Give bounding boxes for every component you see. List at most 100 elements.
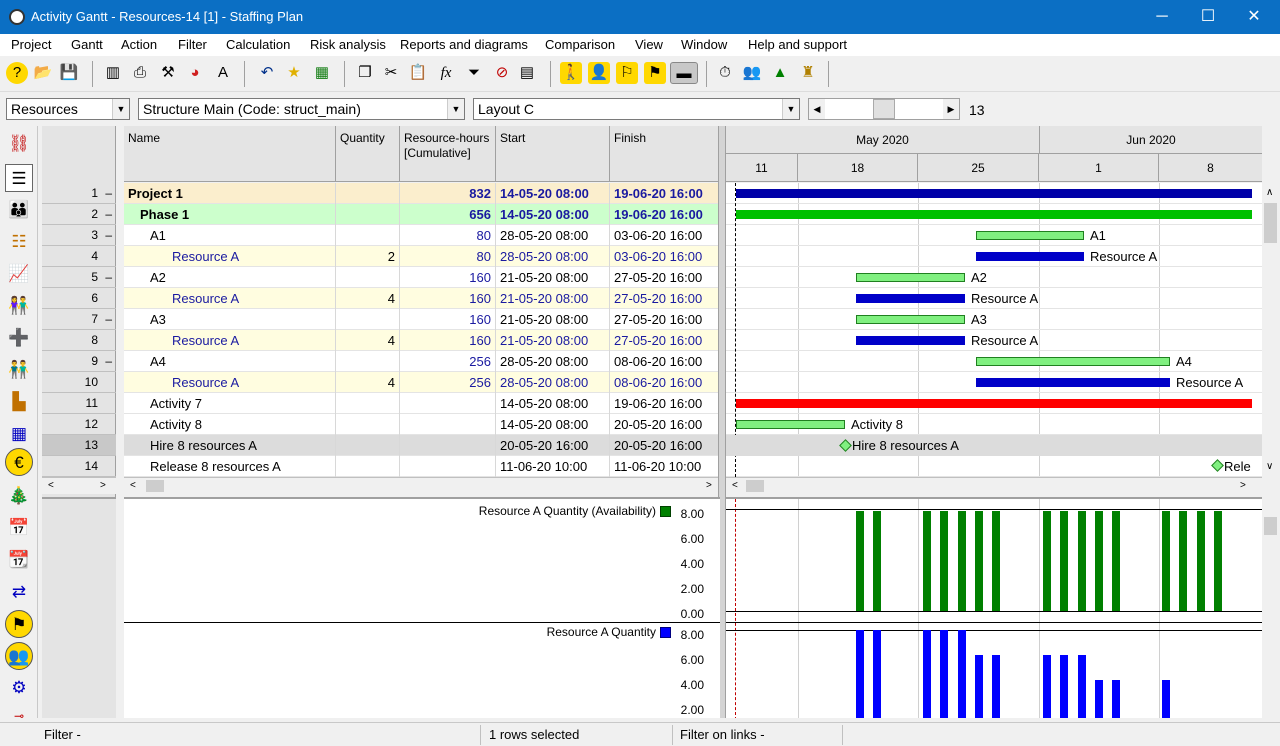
table-row[interactable]: Release 8 resources A 11-06-20 10:00 11-06…: [124, 456, 720, 477]
team-icon[interactable]: 👥: [741, 62, 763, 84]
pie-chart-icon[interactable]: ◕: [184, 62, 206, 84]
row-number[interactable]: 12: [42, 414, 116, 435]
filter-icon[interactable]: ⏷: [463, 62, 485, 84]
print-icon[interactable]: ⎙: [129, 62, 151, 84]
milestone-release-icon[interactable]: [1211, 459, 1224, 472]
layout-select[interactable]: Layout C ▼: [473, 98, 800, 120]
flag-circle-icon[interactable]: ⚑: [5, 610, 33, 638]
team-structure-icon[interactable]: 👪: [5, 196, 33, 224]
collapse-toggle-icon[interactable]: –: [105, 312, 112, 326]
table-row[interactable]: Resource A 2 80 28-05-20 08:00 03-06-20 16:0…: [124, 246, 720, 267]
resource-level-icon[interactable]: ▲: [769, 62, 791, 84]
column-header-finish[interactable]: Finish: [610, 126, 720, 182]
scroll-up-icon[interactable]: ∧: [1266, 187, 1273, 198]
scroll-down-icon[interactable]: ∨: [1266, 461, 1273, 472]
row-number[interactable]: 5–: [42, 267, 116, 288]
undo-icon[interactable]: ↶: [256, 62, 278, 84]
column-header-quantity[interactable]: Quantity: [336, 126, 400, 182]
formula-icon[interactable]: fx: [435, 62, 457, 84]
table-icon[interactable]: ▦: [5, 420, 33, 448]
row-number[interactable]: 14: [42, 456, 116, 477]
gantt-bar-a1[interactable]: [976, 231, 1084, 240]
collapse-toggle-icon[interactable]: –: [105, 228, 112, 242]
scroll-thumb[interactable]: [1264, 517, 1277, 535]
table-row[interactable]: Resource A 4 160 21-05-20 08:00 27-05-20 16:…: [124, 288, 720, 309]
copy-icon[interactable]: ❐: [354, 62, 376, 84]
structure-select[interactable]: Structure Main (Code: struct_main) ▼: [138, 98, 465, 120]
view-select[interactable]: Resources ▼: [6, 98, 130, 120]
font-icon[interactable]: A: [212, 62, 234, 84]
link-chain-icon[interactable]: ⛓: [5, 130, 33, 158]
gantt-bar-resource-a3[interactable]: [856, 336, 965, 345]
slider-right-arrow-icon[interactable]: ▶: [943, 99, 959, 119]
gantt-bar-resource-a4[interactable]: [976, 378, 1170, 387]
gantt-bar-resource-a2[interactable]: [856, 294, 965, 303]
gantt-bar-activity-8[interactable]: [736, 420, 845, 429]
table-row[interactable]: Activity 7 14-05-20 08:00 19-06-20 16:00: [124, 393, 720, 414]
grid-horizontal-scrollbar[interactable]: < >: [124, 477, 720, 494]
paste-icon[interactable]: 📋: [407, 62, 429, 84]
menu-gantt[interactable]: Gantt: [71, 37, 103, 52]
gantt-bar-a4[interactable]: [976, 357, 1170, 366]
clock-resource-icon[interactable]: ⏱: [714, 62, 736, 84]
film-icon[interactable]: ▤: [516, 62, 538, 84]
gantt-bar-project[interactable]: [736, 189, 1252, 198]
help-icon[interactable]: ?: [6, 62, 28, 84]
scroll-left-icon[interactable]: <: [732, 480, 738, 491]
column-header-hours[interactable]: Resource-hours [Cumulative]: [400, 126, 496, 182]
row-number-scrollbar[interactable]: < >: [42, 477, 116, 494]
tree-icon[interactable]: 🎄: [5, 482, 33, 510]
bars-icon[interactable]: ☷: [5, 228, 33, 256]
row-number[interactable]: 11: [42, 393, 116, 414]
columns-icon[interactable]: ▥: [102, 62, 124, 84]
table-row[interactable]: Activity 8 14-05-20 08:00 20-05-20 16:00: [124, 414, 720, 435]
scroll-right-icon[interactable]: >: [706, 480, 712, 491]
zoom-slider[interactable]: ◀ ▶: [808, 98, 960, 120]
gantt-horizontal-scrollbar[interactable]: < >: [726, 477, 1262, 494]
row-number[interactable]: 7–: [42, 309, 116, 330]
row-number[interactable]: 3–: [42, 225, 116, 246]
scroll-right-icon[interactable]: >: [100, 480, 106, 491]
menu-window[interactable]: Window: [681, 37, 727, 52]
question-people-icon[interactable]: 👬: [5, 356, 33, 384]
flag-icon[interactable]: ⚑: [644, 62, 666, 84]
row-number[interactable]: 1–: [42, 183, 116, 204]
resource-cost-icon[interactable]: ♜: [797, 62, 819, 84]
row-number[interactable]: 4: [42, 246, 116, 267]
excel-icon[interactable]: ▦: [311, 62, 333, 84]
gantt-bar-a3[interactable]: [856, 315, 965, 324]
row-number[interactable]: 9–: [42, 351, 116, 372]
menu-calculation[interactable]: Calculation: [226, 37, 290, 52]
cut-icon[interactable]: ✂: [380, 62, 402, 84]
gantt-vertical-scrollbar[interactable]: ∧ ∨: [1262, 183, 1279, 477]
close-button[interactable]: ✕: [1231, 0, 1277, 34]
column-header-name[interactable]: Name: [124, 126, 336, 182]
gantt-structure-icon[interactable]: ☰: [5, 164, 33, 192]
scroll-right-icon[interactable]: >: [1240, 480, 1246, 491]
minimize-button[interactable]: ─: [1139, 0, 1185, 34]
menu-project[interactable]: Project: [11, 37, 51, 52]
scroll-thumb[interactable]: [146, 480, 164, 492]
table-row[interactable]: A4 256 28-05-20 08:00 08-06-20 16:00: [124, 351, 720, 372]
open-folder-icon[interactable]: 📂: [32, 62, 54, 84]
walk-icon[interactable]: 🚶: [560, 62, 582, 84]
person-icon[interactable]: 👤: [588, 62, 610, 84]
network-icon[interactable]: ⚙: [5, 674, 33, 702]
row-number[interactable]: 13: [42, 435, 116, 456]
menu-risk-analysis[interactable]: Risk analysis: [310, 37, 386, 52]
table-row[interactable]: A2 160 21-05-20 08:00 27-05-20 16:00: [124, 267, 720, 288]
menu-view[interactable]: View: [635, 37, 663, 52]
row-number[interactable]: 6: [42, 288, 116, 309]
table-row[interactable]: A1 80 28-05-20 08:00 03-06-20 16:00: [124, 225, 720, 246]
menu-help[interactable]: Help and support: [748, 37, 847, 52]
collapse-toggle-icon[interactable]: –: [105, 354, 112, 368]
table-row[interactable]: Hire 8 resources A 20-05-20 16:00 20-05-20…: [124, 435, 720, 456]
maximize-button[interactable]: ☐: [1185, 0, 1231, 34]
histogram-vertical-scrollbar[interactable]: [1262, 497, 1279, 718]
calendar-clock-icon[interactable]: 📆: [5, 546, 33, 574]
tools-icon[interactable]: ⚒: [157, 62, 179, 84]
table-row[interactable]: Resource A 4 160 21-05-20 08:00 27-05-20 16:…: [124, 330, 720, 351]
collapse-toggle-icon[interactable]: –: [105, 186, 112, 200]
chart-up-icon[interactable]: 📈: [5, 260, 33, 288]
table-row[interactable]: Phase 1 656 14-05-20 08:00 19-06-20 16:00: [124, 204, 720, 225]
